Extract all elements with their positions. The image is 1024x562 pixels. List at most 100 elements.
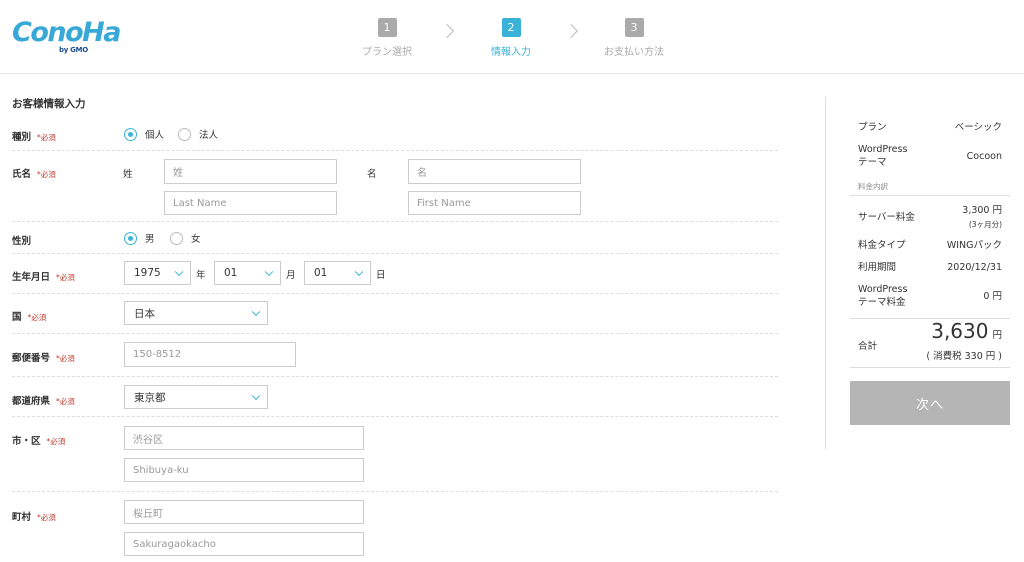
row-birthday: 生年月日 *必須 1975 年 01 月 01 日 <box>12 254 778 294</box>
label-text: 都道府県 <box>12 396 51 407</box>
radio-circle <box>124 231 137 245</box>
summary-value: WINGパック <box>946 240 1002 251</box>
conoha-logo[interactable]: ConoHa by GMO <box>12 17 121 55</box>
logo-text: ConoHa <box>12 17 121 48</box>
label-text: 種別 <box>12 132 32 143</box>
chevron-down-icon <box>251 307 261 317</box>
label-text: 町村 <box>12 512 32 523</box>
total-unit: 円 <box>992 330 1002 341</box>
form-title: お客様情報入力 <box>12 98 86 110</box>
key-line: WordPress <box>858 284 908 295</box>
radio-corporate[interactable]: 法人 <box>178 127 218 141</box>
step-label: プラン選択 <box>362 47 412 58</box>
radio-individual[interactable]: 個人 <box>124 127 164 141</box>
radio-male[interactable]: 男 <box>124 231 155 245</box>
radio-circle <box>124 127 137 141</box>
country-select[interactable]: 日本 <box>124 301 268 325</box>
required-mark: *必須 <box>27 313 47 322</box>
prefecture-select[interactable]: 東京都 <box>124 385 268 409</box>
first-name-input[interactable]: 名 <box>408 159 581 184</box>
row-customer-type: 種別 *必須 個人 法人 <box>12 120 778 151</box>
last-name-en-input[interactable]: Last Name <box>164 191 337 215</box>
required-mark: *必須 <box>37 133 56 142</box>
summary-key: 料金タイプ <box>858 240 906 251</box>
radio-female[interactable]: 女 <box>170 231 201 245</box>
step-label: お支払い方法 <box>604 47 664 58</box>
step-plan-selection: 1 プラン選択 <box>342 16 432 58</box>
summary-note: (3ヶ月分) <box>968 220 1002 229</box>
summary-value: Cocoon <box>966 151 1002 162</box>
row-country: 国 *必須 日本 <box>12 294 778 334</box>
first-name-en-input[interactable]: First Name <box>408 191 581 215</box>
step-number: 3 <box>624 18 644 37</box>
radio-label: 法人 <box>199 130 219 141</box>
vertical-divider <box>825 97 826 449</box>
step-number: 2 <box>501 18 521 37</box>
row-city: 市・区 *必須 渋谷区 Shibuya-ku <box>12 417 778 492</box>
summary-value: 2020/12/31 <box>947 262 1002 273</box>
select-value: 01 <box>314 267 328 279</box>
field-label: 種別 *必須 <box>12 129 56 143</box>
field-label: 氏名 *必須 <box>12 166 56 180</box>
summary-value: 0 円 <box>983 291 1002 302</box>
field-label: 郵便番号 *必須 <box>12 350 75 364</box>
chevron-down-icon <box>264 267 274 277</box>
radio-circle <box>178 127 191 141</box>
last-name-input[interactable]: 姓 <box>164 159 337 184</box>
chevron-right-icon <box>563 23 579 39</box>
radio-circle <box>170 231 183 245</box>
town-en-input[interactable]: Sakuragaokacho <box>124 532 364 556</box>
chevron-down-icon <box>251 391 261 401</box>
city-input[interactable]: 渋谷区 <box>124 426 364 450</box>
field-label: 市・区 *必須 <box>12 433 65 447</box>
logo-sub: by GMO <box>59 46 88 54</box>
town-input[interactable]: 桜丘町 <box>124 500 364 524</box>
summary-total: 合計 3,630 円 ( 消費税 330 円 ) <box>850 321 1010 365</box>
step-label: 情報入力 <box>491 47 531 58</box>
summary-period: 利用期間 2020/12/31 <box>850 261 1010 275</box>
tax-note: ( 消費税 330 円 ) <box>926 351 1002 362</box>
radio-label: 男 <box>145 234 155 245</box>
month-unit: 月 <box>286 270 296 281</box>
label-text: 市・区 <box>12 436 41 447</box>
total-amount: 3,630 円 <box>931 321 1002 342</box>
key-line: テーマ <box>858 157 887 168</box>
required-mark: *必須 <box>37 170 56 179</box>
row-prefecture: 都道府県 *必須 東京都 <box>12 377 778 417</box>
summary-key: WordPress テーマ <box>858 143 907 169</box>
summary-divider <box>850 195 1010 196</box>
row-town: 町村 *必須 桜丘町 Sakuragaokacho <box>12 492 778 562</box>
key-line: テーマ料金 <box>858 297 906 308</box>
select-value: 日本 <box>134 307 155 320</box>
postal-code-input[interactable]: 150-8512 <box>124 342 296 367</box>
required-mark: *必須 <box>37 513 56 522</box>
total-label: 合計 <box>858 341 878 352</box>
chevron-right-icon <box>439 23 455 39</box>
last-name-label: 姓 <box>123 169 133 180</box>
key-line: WordPress <box>858 144 908 155</box>
year-unit: 年 <box>196 270 206 281</box>
birth-month-select[interactable]: 01 <box>214 261 281 285</box>
summary-key: プラン <box>858 122 887 133</box>
summary-key: サーバー料金 <box>858 212 915 223</box>
birth-day-select[interactable]: 01 <box>304 261 371 285</box>
required-mark: *必須 <box>56 397 75 406</box>
select-value: 1975 <box>134 267 161 279</box>
birth-year-select[interactable]: 1975 <box>124 261 191 285</box>
row-gender: 性別 男 女 <box>12 222 778 254</box>
label-text: 性別 <box>12 236 32 247</box>
summary-key: 料金内訳 <box>858 182 888 191</box>
next-button[interactable]: 次へ <box>850 381 1010 425</box>
field-label: 生年月日 *必須 <box>12 269 75 283</box>
row-postal: 郵便番号 *必須 150-8512 <box>12 334 778 377</box>
field-label: 性別 <box>12 233 31 247</box>
field-label: 国 *必須 <box>12 309 46 323</box>
total-value: 3,630 <box>931 319 989 343</box>
day-unit: 日 <box>376 270 386 281</box>
city-en-input[interactable]: Shibuya-ku <box>124 458 364 482</box>
first-name-label: 名 <box>367 169 377 180</box>
summary-wp-theme-fee: WordPress テーマ料金 0 円 <box>850 283 1010 311</box>
radio-label: 個人 <box>145 130 165 141</box>
label-text: 生年月日 <box>12 272 51 283</box>
summary-value: 3,300 円 <box>962 205 1002 216</box>
